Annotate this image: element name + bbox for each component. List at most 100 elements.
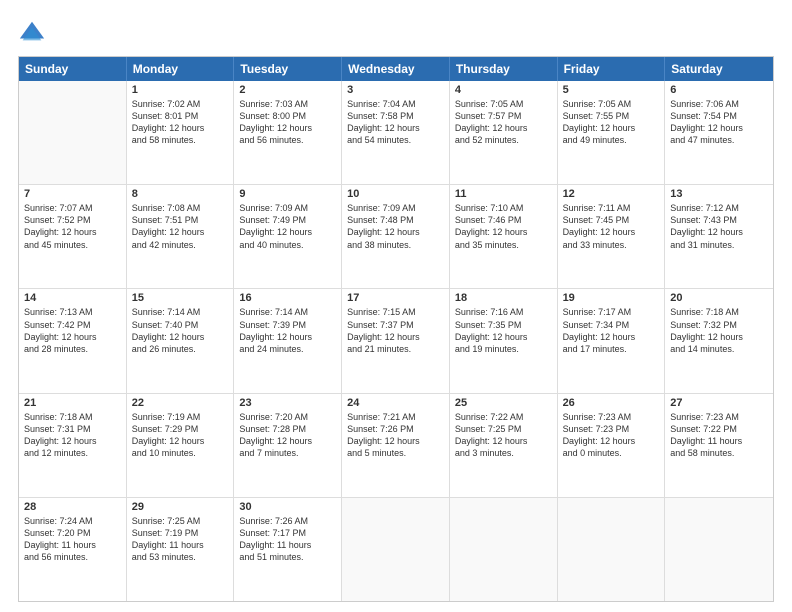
header-day: Sunday (19, 57, 127, 81)
cell-info-line: Sunset: 7:37 PM (347, 319, 444, 331)
cell-info-line: Daylight: 12 hours (455, 331, 552, 343)
cell-info-line: and 0 minutes. (563, 447, 660, 459)
cell-info-line: Sunset: 7:57 PM (455, 110, 552, 122)
cell-info-line: Daylight: 12 hours (239, 331, 336, 343)
cell-info-line: Sunset: 7:49 PM (239, 214, 336, 226)
cell-info-line: Sunrise: 7:18 AM (670, 306, 768, 318)
cell-info-line: and 35 minutes. (455, 239, 552, 251)
day-number: 9 (239, 188, 336, 200)
calendar-row: 7Sunrise: 7:07 AMSunset: 7:52 PMDaylight… (19, 185, 773, 289)
cell-info-line: Sunrise: 7:04 AM (347, 98, 444, 110)
calendar-cell: 19Sunrise: 7:17 AMSunset: 7:34 PMDayligh… (558, 289, 666, 392)
day-number: 15 (132, 292, 229, 304)
calendar-cell: 26Sunrise: 7:23 AMSunset: 7:23 PMDayligh… (558, 394, 666, 497)
day-number: 21 (24, 397, 121, 409)
cell-info-line: Daylight: 12 hours (455, 226, 552, 238)
calendar-cell (19, 81, 127, 184)
cell-info-line: Daylight: 12 hours (563, 122, 660, 134)
cell-info-line: Sunrise: 7:03 AM (239, 98, 336, 110)
cell-info-line: Daylight: 12 hours (239, 435, 336, 447)
day-number: 6 (670, 84, 768, 96)
cell-info-line: Daylight: 11 hours (670, 435, 768, 447)
calendar-body: 1Sunrise: 7:02 AMSunset: 8:01 PMDaylight… (19, 81, 773, 601)
cell-info-line: Sunrise: 7:25 AM (132, 515, 229, 527)
cell-info-line: Sunrise: 7:19 AM (132, 411, 229, 423)
cell-info-line: and 56 minutes. (24, 551, 121, 563)
cell-info-line: Sunrise: 7:11 AM (563, 202, 660, 214)
day-number: 17 (347, 292, 444, 304)
cell-info-line: and 54 minutes. (347, 134, 444, 146)
calendar-header: SundayMondayTuesdayWednesdayThursdayFrid… (19, 57, 773, 81)
cell-info-line: and 58 minutes. (670, 447, 768, 459)
cell-info-line: Sunrise: 7:09 AM (239, 202, 336, 214)
cell-info-line: Daylight: 12 hours (670, 331, 768, 343)
cell-info-line: and 26 minutes. (132, 343, 229, 355)
cell-info-line: Sunset: 7:46 PM (455, 214, 552, 226)
cell-info-line: Daylight: 12 hours (347, 331, 444, 343)
cell-info-line: Sunrise: 7:20 AM (239, 411, 336, 423)
cell-info-line: and 58 minutes. (132, 134, 229, 146)
header-day: Thursday (450, 57, 558, 81)
cell-info-line: Daylight: 12 hours (24, 331, 121, 343)
calendar-cell (665, 498, 773, 601)
cell-info-line: Daylight: 12 hours (24, 435, 121, 447)
calendar-cell: 3Sunrise: 7:04 AMSunset: 7:58 PMDaylight… (342, 81, 450, 184)
cell-info-line: and 38 minutes. (347, 239, 444, 251)
day-number: 12 (563, 188, 660, 200)
calendar-cell: 9Sunrise: 7:09 AMSunset: 7:49 PMDaylight… (234, 185, 342, 288)
cell-info-line: Sunset: 7:35 PM (455, 319, 552, 331)
cell-info-line: Sunset: 7:26 PM (347, 423, 444, 435)
calendar-cell: 17Sunrise: 7:15 AMSunset: 7:37 PMDayligh… (342, 289, 450, 392)
logo-icon (18, 18, 46, 46)
cell-info-line: and 31 minutes. (670, 239, 768, 251)
day-number: 18 (455, 292, 552, 304)
cell-info-line: Sunrise: 7:02 AM (132, 98, 229, 110)
cell-info-line: Daylight: 12 hours (24, 226, 121, 238)
calendar-cell: 6Sunrise: 7:06 AMSunset: 7:54 PMDaylight… (665, 81, 773, 184)
day-number: 10 (347, 188, 444, 200)
cell-info-line: Sunset: 7:43 PM (670, 214, 768, 226)
cell-info-line: and 14 minutes. (670, 343, 768, 355)
cell-info-line: and 21 minutes. (347, 343, 444, 355)
header-day: Saturday (665, 57, 773, 81)
calendar-cell: 25Sunrise: 7:22 AMSunset: 7:25 PMDayligh… (450, 394, 558, 497)
calendar-cell: 10Sunrise: 7:09 AMSunset: 7:48 PMDayligh… (342, 185, 450, 288)
cell-info-line: Sunrise: 7:07 AM (24, 202, 121, 214)
cell-info-line: and 3 minutes. (455, 447, 552, 459)
cell-info-line: Sunset: 7:29 PM (132, 423, 229, 435)
cell-info-line: Sunset: 7:23 PM (563, 423, 660, 435)
cell-info-line: Daylight: 12 hours (239, 122, 336, 134)
calendar-cell: 5Sunrise: 7:05 AMSunset: 7:55 PMDaylight… (558, 81, 666, 184)
calendar-row: 28Sunrise: 7:24 AMSunset: 7:20 PMDayligh… (19, 498, 773, 601)
page: SundayMondayTuesdayWednesdayThursdayFrid… (0, 0, 792, 612)
cell-info-line: Sunrise: 7:16 AM (455, 306, 552, 318)
day-number: 11 (455, 188, 552, 200)
cell-info-line: and 33 minutes. (563, 239, 660, 251)
calendar-cell: 8Sunrise: 7:08 AMSunset: 7:51 PMDaylight… (127, 185, 235, 288)
cell-info-line: Daylight: 11 hours (24, 539, 121, 551)
cell-info-line: Sunrise: 7:14 AM (132, 306, 229, 318)
calendar-row: 14Sunrise: 7:13 AMSunset: 7:42 PMDayligh… (19, 289, 773, 393)
cell-info-line: Sunset: 7:48 PM (347, 214, 444, 226)
day-number: 26 (563, 397, 660, 409)
cell-info-line: Daylight: 12 hours (347, 435, 444, 447)
cell-info-line: Daylight: 11 hours (239, 539, 336, 551)
cell-info-line: Sunset: 7:45 PM (563, 214, 660, 226)
day-number: 19 (563, 292, 660, 304)
cell-info-line: Daylight: 11 hours (132, 539, 229, 551)
cell-info-line: Sunset: 7:39 PM (239, 319, 336, 331)
day-number: 2 (239, 84, 336, 96)
day-number: 30 (239, 501, 336, 513)
cell-info-line: and 45 minutes. (24, 239, 121, 251)
cell-info-line: Sunrise: 7:10 AM (455, 202, 552, 214)
cell-info-line: Sunset: 8:00 PM (239, 110, 336, 122)
cell-info-line: Sunset: 8:01 PM (132, 110, 229, 122)
cell-info-line: and 42 minutes. (132, 239, 229, 251)
cell-info-line: Daylight: 12 hours (455, 435, 552, 447)
day-number: 23 (239, 397, 336, 409)
cell-info-line: Sunrise: 7:12 AM (670, 202, 768, 214)
calendar-cell: 20Sunrise: 7:18 AMSunset: 7:32 PMDayligh… (665, 289, 773, 392)
cell-info-line: Daylight: 12 hours (347, 226, 444, 238)
cell-info-line: Sunrise: 7:13 AM (24, 306, 121, 318)
cell-info-line: Daylight: 12 hours (563, 435, 660, 447)
